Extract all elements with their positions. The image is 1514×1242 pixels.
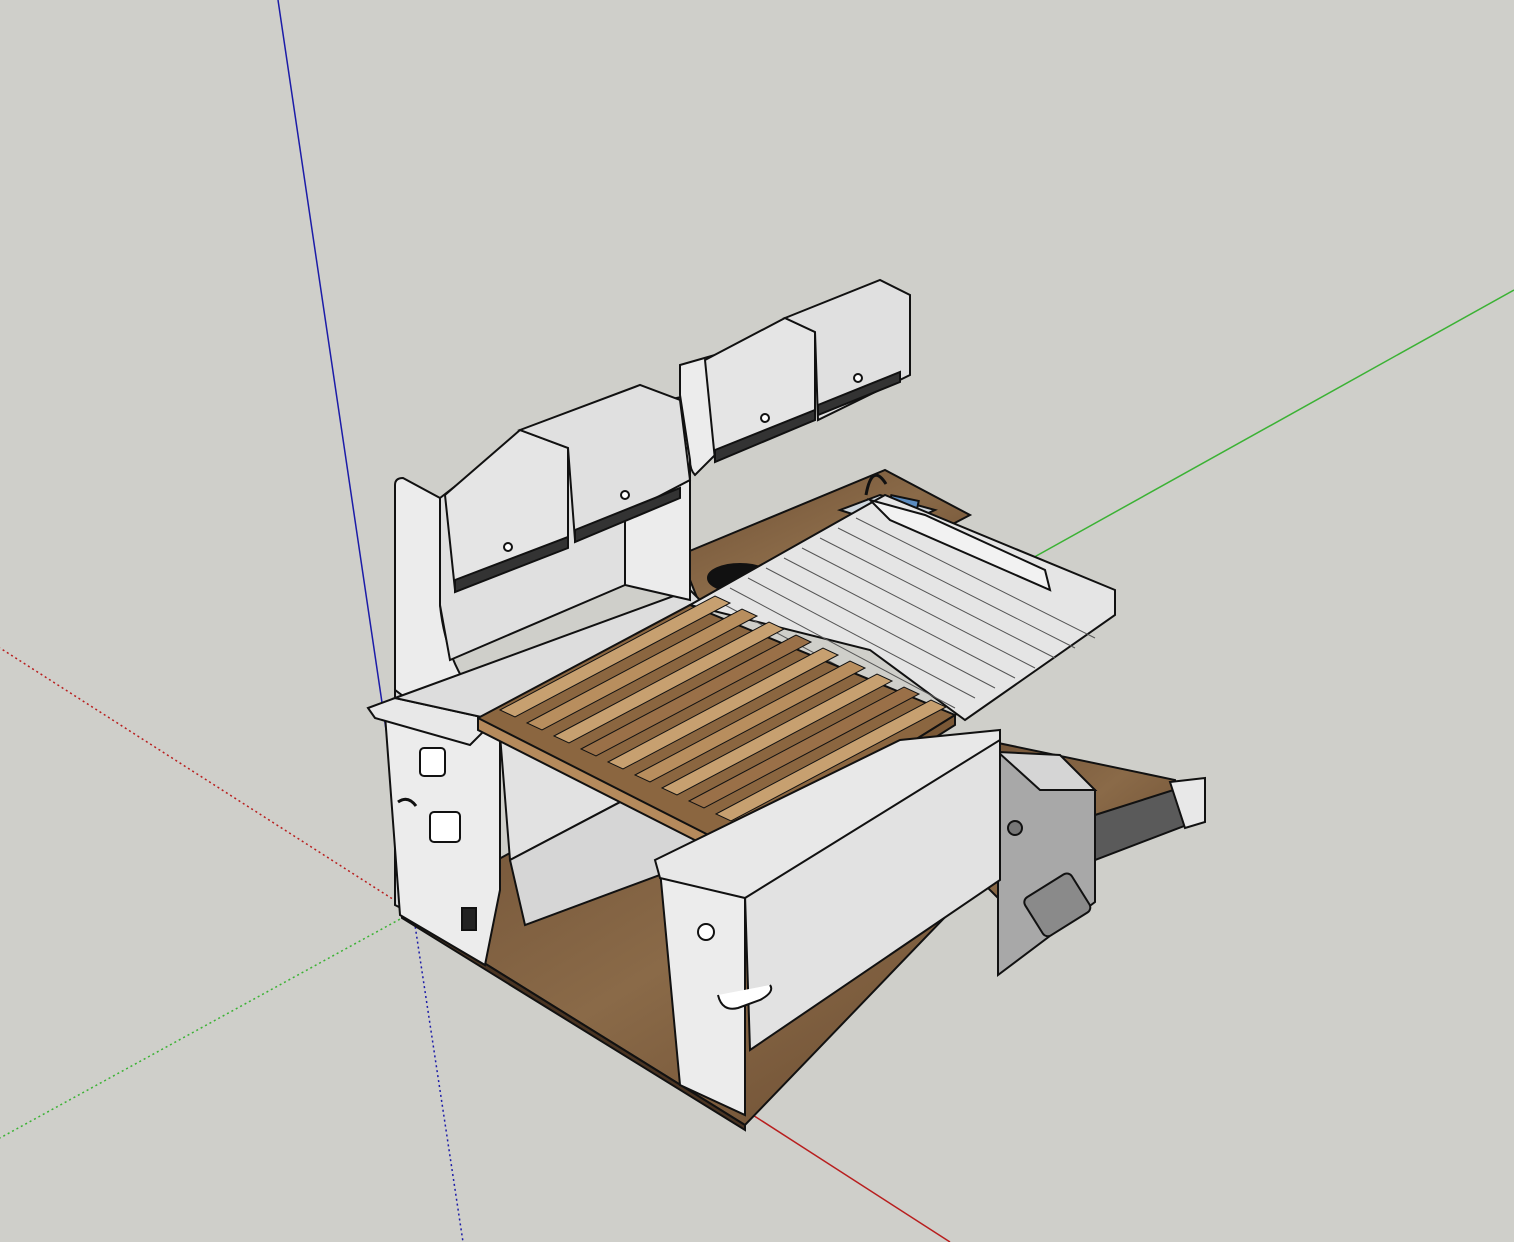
right-cabinet-knob-1 <box>760 413 770 423</box>
left-cabinet-knob-1 <box>503 542 513 552</box>
green-axis-positive <box>1019 289 1514 566</box>
right-cabinet-knob-2 <box>853 373 863 383</box>
bench-hole <box>697 923 715 941</box>
model-canvas[interactable] <box>0 0 1514 1242</box>
green-axis-negative <box>0 911 414 1139</box>
red-axis-positive <box>744 1109 951 1242</box>
blue-axis-negative <box>412 911 464 1242</box>
sketchup-viewport[interactable] <box>0 0 1514 1242</box>
red-axis-negative <box>0 647 414 913</box>
left-cabinet-knob-2 <box>620 490 630 500</box>
right-upper-cabinets[interactable] <box>679 278 911 477</box>
